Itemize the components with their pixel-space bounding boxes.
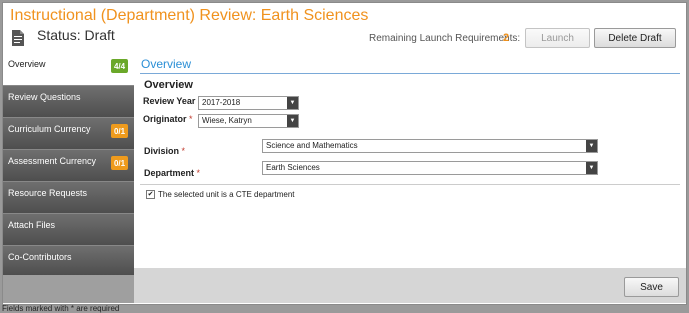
progress-badge: 0/1 (111, 124, 128, 138)
sidebar-item-co-contributors[interactable]: Co-Contributors (3, 245, 134, 275)
sidebar-item-label: Overview (8, 59, 46, 69)
page-title: Instructional (Department) Review: Earth… (10, 7, 369, 24)
save-button[interactable]: Save (624, 277, 679, 297)
sidebar-item-overview[interactable]: Overview 4/4 (3, 53, 134, 85)
required-marker: * (196, 168, 201, 178)
originator-select[interactable]: Wiese, Katryn ▼ (198, 114, 299, 128)
main-panel: Overview Overview Review Year * 2017-201… (134, 53, 686, 303)
sidebar-item-resource-requests[interactable]: Resource Requests (3, 181, 134, 213)
dialog: Instructional (Department) Review: Earth… (2, 2, 687, 305)
sidebar-item-label: Co-Contributors (8, 252, 72, 262)
sidebar-nav: Overview 4/4 Review Questions Curriculum… (3, 53, 134, 303)
sidebar-item-label: Resource Requests (8, 188, 88, 198)
chevron-down-icon: ▼ (586, 140, 597, 152)
progress-badge: 0/1 (111, 156, 128, 170)
sidebar-item-assessment-currency[interactable]: Assessment Currency 0/1 (3, 149, 134, 181)
chevron-down-icon: ▼ (287, 97, 298, 109)
progress-badge: 4/4 (111, 59, 128, 73)
subsection-heading: Overview (144, 79, 193, 91)
department-label: Department * (144, 168, 201, 178)
required-marker: * (189, 114, 193, 124)
section-heading: Overview (141, 57, 192, 71)
delete-draft-button[interactable]: Delete Draft (594, 28, 676, 48)
checkbox-checked-icon[interactable]: ✔ (146, 190, 155, 199)
review-year-select[interactable]: 2017-2018 ▼ (198, 96, 299, 110)
section-divider (140, 184, 680, 185)
chevron-down-icon: ▼ (586, 162, 597, 174)
originator-label: Originator * (143, 114, 193, 124)
sidebar-filler (3, 275, 134, 303)
chevron-down-icon: ▼ (287, 115, 298, 127)
dialog-footer: Save (134, 268, 686, 303)
cte-checkbox-label: The selected unit is a CTE department (158, 190, 295, 199)
remaining-requirements-label: Remaining Launch Requirements: (369, 33, 521, 44)
division-select[interactable]: Science and Mathematics ▼ (262, 139, 598, 153)
status-label: Status: Draft (37, 27, 115, 43)
division-label: Division * (144, 146, 186, 156)
sidebar-item-label: Review Questions (8, 92, 81, 102)
sidebar-item-label: Curriculum Currency (8, 124, 91, 134)
sidebar-item-review-questions[interactable]: Review Questions (3, 85, 134, 117)
launch-button[interactable]: Launch (525, 28, 590, 48)
required-marker: * (181, 146, 186, 156)
sidebar-item-label: Assessment Currency (8, 156, 97, 166)
sidebar-item-curriculum-currency[interactable]: Curriculum Currency 0/1 (3, 117, 134, 149)
document-icon (12, 30, 24, 46)
required-fields-note: Fields marked with * are required (2, 304, 120, 313)
remaining-requirements-count: 2 (503, 32, 510, 44)
sidebar-item-attach-files[interactable]: Attach Files (3, 213, 134, 245)
dialog-header: Instructional (Department) Review: Earth… (3, 3, 686, 53)
review-year-label: Review Year * (143, 96, 201, 106)
department-select[interactable]: Earth Sciences ▼ (262, 161, 598, 175)
sidebar-item-label: Attach Files (8, 220, 56, 230)
heading-divider (140, 73, 680, 74)
cte-checkbox-row[interactable]: ✔ The selected unit is a CTE department (146, 190, 295, 199)
